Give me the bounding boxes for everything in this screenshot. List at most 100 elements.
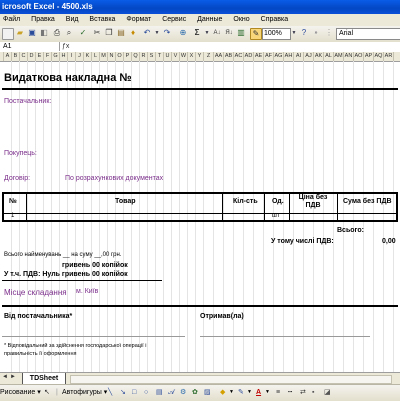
menu-tools[interactable]: Сервис bbox=[162, 16, 186, 23]
open-icon[interactable]: ▰ bbox=[15, 28, 25, 38]
column-header[interactable]: AC bbox=[234, 52, 244, 61]
column-header[interactable]: A bbox=[4, 52, 12, 61]
column-header[interactable]: N bbox=[108, 52, 116, 61]
column-header[interactable]: K bbox=[84, 52, 92, 61]
column-header[interactable]: P bbox=[124, 52, 132, 61]
menu-format[interactable]: Формат bbox=[126, 16, 151, 23]
column-header[interactable]: E bbox=[36, 52, 44, 61]
column-header[interactable]: Y bbox=[196, 52, 204, 61]
zoom-select[interactable]: 100% bbox=[262, 28, 291, 40]
print-preview-icon[interactable]: ⌕ bbox=[64, 28, 74, 38]
chevron-down-icon[interactable]: ▼ bbox=[202, 28, 212, 38]
column-header[interactable]: AJ bbox=[304, 52, 314, 61]
rectangle-icon[interactable]: □ bbox=[132, 385, 136, 400]
column-header[interactable]: AP bbox=[364, 52, 374, 61]
column-header[interactable]: X bbox=[188, 52, 196, 61]
save-icon[interactable]: ▣ bbox=[27, 28, 37, 38]
column-header[interactable]: C bbox=[20, 52, 28, 61]
worksheet[interactable]: Видаткова накладна № Постачальник: Покуп… bbox=[0, 61, 400, 372]
new-icon[interactable] bbox=[2, 28, 14, 40]
chevron-down-icon[interactable]: ▼ bbox=[265, 385, 270, 400]
menu-file[interactable]: Файл bbox=[3, 16, 20, 23]
column-header[interactable]: AR bbox=[384, 52, 394, 61]
column-header[interactable]: T bbox=[156, 52, 164, 61]
chart-wizard-icon[interactable]: ▥ bbox=[236, 28, 246, 38]
column-header[interactable]: V bbox=[172, 52, 180, 61]
column-header[interactable]: AB bbox=[224, 52, 234, 61]
format-painter-icon[interactable]: ♦ bbox=[128, 28, 138, 38]
font-select[interactable]: Arial bbox=[336, 28, 400, 40]
clipart-icon[interactable]: ✿ bbox=[192, 385, 198, 400]
column-header[interactable]: AQ bbox=[374, 52, 384, 61]
menu-data[interactable]: Данные bbox=[197, 16, 222, 23]
permission-icon[interactable]: ◧ bbox=[39, 28, 49, 38]
column-header[interactable]: AM bbox=[334, 52, 344, 61]
dash-style-icon[interactable]: ┅ bbox=[288, 385, 292, 400]
column-header[interactable]: J bbox=[76, 52, 84, 61]
sort-descending-icon[interactable]: Я↓ bbox=[224, 28, 234, 38]
sort-ascending-icon[interactable]: A↓ bbox=[212, 28, 222, 38]
arrow-style-icon[interactable]: ⇄ bbox=[300, 385, 306, 400]
name-box[interactable]: A1 bbox=[0, 42, 60, 51]
chevron-down-icon[interactable]: ▼ bbox=[229, 385, 234, 400]
column-header[interactable]: H bbox=[60, 52, 68, 61]
drawing-icon[interactable]: ✎ bbox=[250, 28, 262, 40]
arrow-icon[interactable]: ↘ bbox=[120, 385, 126, 400]
autosum-icon[interactable]: Σ bbox=[192, 28, 202, 38]
draw-menu[interactable]: Рисование ▾ bbox=[0, 385, 41, 400]
column-header[interactable]: AF bbox=[264, 52, 274, 61]
column-header[interactable]: F bbox=[44, 52, 52, 61]
column-header[interactable]: AL bbox=[324, 52, 334, 61]
autoshapes-menu[interactable]: Автофигуры ▾ bbox=[62, 385, 107, 400]
chevron-down-icon[interactable]: ▼ bbox=[289, 28, 299, 38]
spelling-icon[interactable]: ✓ bbox=[78, 28, 88, 38]
horizontal-scrollbar[interactable] bbox=[70, 375, 392, 384]
column-header[interactable]: L bbox=[92, 52, 100, 61]
column-header[interactable]: G bbox=[52, 52, 60, 61]
text-box-icon[interactable]: ▤ bbox=[156, 385, 163, 400]
column-header[interactable]: AD bbox=[244, 52, 254, 61]
oval-icon[interactable]: ○ bbox=[144, 385, 148, 400]
column-header[interactable]: AI bbox=[294, 52, 304, 61]
line-color-icon[interactable]: ✎ bbox=[238, 385, 244, 400]
hyperlink-icon[interactable]: ⊕ bbox=[178, 28, 188, 38]
fill-color-icon[interactable]: ◆ bbox=[220, 385, 225, 400]
column-header[interactable]: Q bbox=[132, 52, 140, 61]
redo-icon[interactable]: ↷ bbox=[162, 28, 172, 38]
function-icon[interactable]: ƒx bbox=[62, 42, 69, 51]
font-color-icon[interactable]: A bbox=[256, 385, 261, 400]
cut-icon[interactable]: ✂ bbox=[92, 28, 102, 38]
column-header[interactable]: AK bbox=[314, 52, 324, 61]
chevron-down-icon[interactable]: ▼ bbox=[247, 385, 252, 400]
column-header[interactable]: I bbox=[68, 52, 76, 61]
column-header[interactable]: D bbox=[28, 52, 36, 61]
column-header[interactable]: S bbox=[148, 52, 156, 61]
column-header[interactable]: AN bbox=[344, 52, 354, 61]
tab-scroll-next-icon[interactable]: ► bbox=[10, 374, 16, 380]
diagram-icon[interactable]: ⚙ bbox=[180, 385, 186, 400]
picture-icon[interactable]: ▨ bbox=[204, 385, 211, 400]
line-style-icon[interactable]: ≡ bbox=[276, 385, 280, 400]
column-header[interactable]: AO bbox=[354, 52, 364, 61]
menu-insert[interactable]: Вставка bbox=[89, 16, 115, 23]
wordart-icon[interactable]: 𝒜 bbox=[168, 385, 175, 400]
help-icon[interactable]: ? bbox=[299, 28, 309, 38]
shadow-icon[interactable]: ▪ bbox=[312, 385, 314, 400]
column-header[interactable]: R bbox=[140, 52, 148, 61]
column-header[interactable]: O bbox=[116, 52, 124, 61]
menu-view[interactable]: Вид bbox=[66, 16, 79, 23]
select-objects-icon[interactable]: ↖ bbox=[44, 385, 50, 400]
line-icon[interactable]: ╲ bbox=[108, 385, 112, 400]
column-header[interactable]: Z bbox=[204, 52, 214, 61]
3d-icon[interactable]: ◪ bbox=[324, 385, 331, 400]
column-header[interactable]: AE bbox=[254, 52, 264, 61]
column-header[interactable]: AH bbox=[284, 52, 294, 61]
undo-icon[interactable]: ↶ bbox=[142, 28, 152, 38]
menu-edit[interactable]: Правка bbox=[31, 16, 55, 23]
column-header[interactable]: AA bbox=[214, 52, 224, 61]
menu-help[interactable]: Справка bbox=[261, 16, 288, 23]
column-header[interactable]: AG bbox=[274, 52, 284, 61]
toolbar-options-icon[interactable]: » bbox=[311, 28, 321, 38]
menu-window[interactable]: Окно bbox=[233, 16, 249, 23]
paste-icon[interactable]: ▤ bbox=[116, 28, 126, 38]
